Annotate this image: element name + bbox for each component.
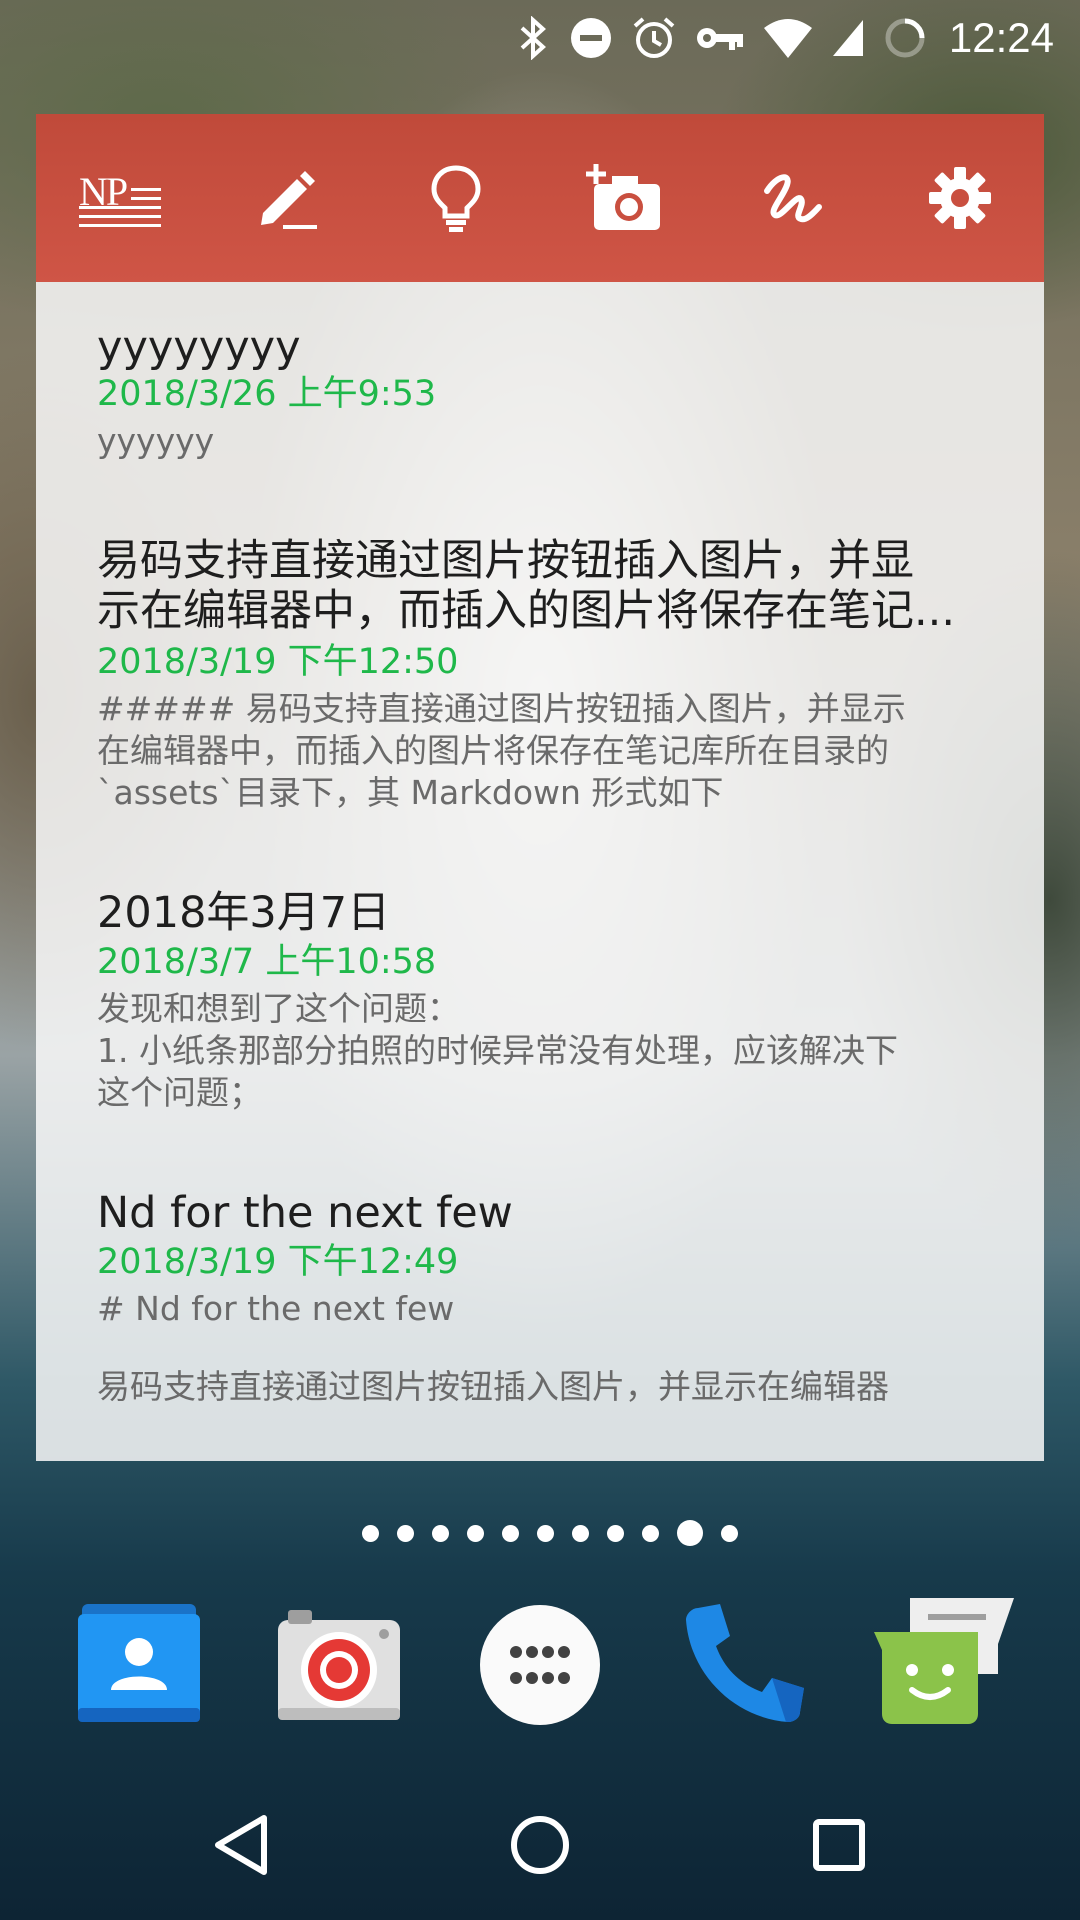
page-dot xyxy=(397,1524,414,1542)
status-clock: 12:24 xyxy=(948,14,1054,61)
note-body-line: # Nd for the next few xyxy=(97,1289,455,1328)
navigation-bar xyxy=(0,1770,1080,1920)
note-item[interactable]: Nd for the next few 2018/3/19 下午12:49 # … xyxy=(97,1188,1027,1408)
note-body-line: ##### 易码支持直接通过图片按钮插入图片，并显示 xyxy=(97,689,906,728)
note-body-line: 易码支持直接通过图片按钮插入图片，并显示在编辑器 xyxy=(97,1367,889,1406)
phone-app[interactable] xyxy=(668,1590,818,1740)
messaging-app[interactable] xyxy=(866,1590,1016,1740)
contacts-app-icon xyxy=(78,1604,200,1722)
lightbulb-icon xyxy=(431,165,481,232)
handwriting-button[interactable] xyxy=(737,143,847,253)
note-title-line: 易码支持直接通过图片按钮插入图片，并显 xyxy=(97,536,914,586)
app-drawer-icon xyxy=(480,1605,600,1725)
app-logo-button[interactable]: NP xyxy=(65,143,175,253)
back-button[interactable] xyxy=(186,1790,296,1900)
app-drawer[interactable] xyxy=(465,1590,615,1740)
page-dot xyxy=(537,1524,554,1542)
note-body-line: 在编辑器中，而插入的图片将保存在笔记库所在目录的 xyxy=(97,731,889,770)
camera-app[interactable] xyxy=(262,1590,412,1740)
contacts-app[interactable] xyxy=(64,1590,214,1740)
settings-icon xyxy=(929,167,991,229)
edit-note-icon xyxy=(261,171,317,229)
note-date: 2018/3/19 下午12:50 xyxy=(97,642,459,682)
back-icon xyxy=(215,1815,267,1875)
page-dot xyxy=(572,1524,589,1542)
note-body-line: `assets`目录下，其 Markdown 形式如下 xyxy=(97,773,724,812)
page-dot xyxy=(642,1524,659,1542)
note-title: yyyyyyyy xyxy=(97,322,301,372)
page-dot xyxy=(432,1524,449,1542)
widget-toolbar: NP xyxy=(36,114,1044,282)
note-title-line: 示在编辑器中，而插入的图片将保存在笔记... xyxy=(97,586,956,636)
settings-button[interactable] xyxy=(905,143,1015,253)
wifi-icon xyxy=(763,19,812,58)
note-date: 2018/3/19 下午12:49 xyxy=(97,1242,459,1282)
recents-icon xyxy=(813,1819,865,1871)
note-item[interactable]: 易码支持直接通过图片按钮插入图片，并显 示在编辑器中，而插入的图片将保存在笔记.… xyxy=(97,536,1027,814)
add-photo-icon xyxy=(586,164,660,230)
note-item[interactable]: 2018年3月7日 2018/3/7 上午10:58 发现和想到了这个问题： 1… xyxy=(97,888,1027,1114)
notes-list[interactable]: yyyyyyyy 2018/3/26 上午9:53 yyyyyy 易码支持直接通… xyxy=(36,282,1044,1461)
vpn-key-icon xyxy=(696,28,743,50)
page-dot xyxy=(502,1524,519,1542)
handwriting-icon xyxy=(764,174,822,223)
status-bar: 12:24 xyxy=(0,0,1080,75)
page-dot xyxy=(607,1524,624,1542)
note-title: 2018年3月7日 xyxy=(97,888,391,938)
page-dot xyxy=(467,1524,484,1542)
note-date: 2018/3/26 上午9:53 xyxy=(97,374,437,414)
page-dot xyxy=(721,1524,738,1542)
messaging-app-icon xyxy=(874,1598,1014,1724)
phone-app-icon xyxy=(686,1604,804,1722)
alarm-icon xyxy=(633,17,675,58)
notes-widget: NP yyyyyyyy 2018/3/26 上午9:53 yyyyyy 易码支持… xyxy=(36,114,1044,1461)
note-item[interactable]: yyyyyyyy 2018/3/26 上午9:53 yyyyyy xyxy=(97,322,1027,462)
do-not-disturb-icon xyxy=(570,18,611,58)
add-photo-button[interactable] xyxy=(569,143,679,253)
note-date: 2018/3/7 上午10:58 xyxy=(97,942,437,982)
home-button[interactable] xyxy=(485,1790,595,1900)
note-body: yyyyyy xyxy=(97,421,215,460)
note-body-line: 发现和想到了这个问题： xyxy=(97,989,460,1028)
app-logo-icon: NP xyxy=(79,162,161,234)
camera-app-icon xyxy=(278,1610,400,1720)
status-icons: 12:24 xyxy=(517,10,1054,66)
page-dot xyxy=(362,1524,379,1542)
new-idea-button[interactable] xyxy=(401,143,511,253)
battery-charging-icon xyxy=(885,18,925,58)
cellular-signal-icon xyxy=(832,20,863,56)
page-indicator xyxy=(0,1520,1080,1546)
page-dot-active xyxy=(677,1520,703,1546)
dock xyxy=(0,1590,1080,1740)
note-body-line: 1. 小纸条那部分拍照的时候异常没有处理，应该解决下 xyxy=(97,1031,898,1070)
note-body-line: 这个问题； xyxy=(97,1073,262,1112)
recents-button[interactable] xyxy=(784,1790,894,1900)
note-title: Nd for the next few xyxy=(97,1188,513,1238)
new-note-button[interactable] xyxy=(233,143,343,253)
home-icon xyxy=(511,1816,569,1874)
bluetooth-icon xyxy=(520,16,546,60)
